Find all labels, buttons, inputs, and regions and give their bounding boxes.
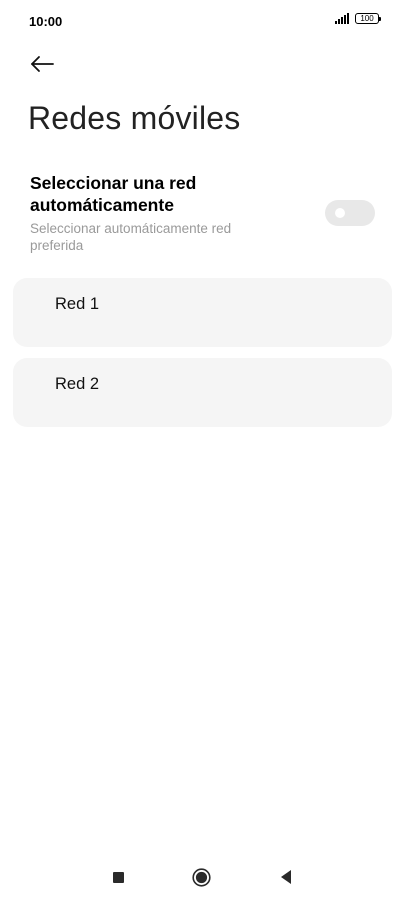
auto-select-toggle[interactable] [325,200,375,226]
arrow-left-icon [31,56,54,72]
setting-title: Seleccionar una red automáticamente [30,173,197,215]
status-icons: 100 [335,13,381,24]
network-card-red-2[interactable]: Red 2 [13,358,392,427]
back-triangle-icon[interactable] [280,869,292,885]
home-circle-icon[interactable] [192,868,211,887]
back-button[interactable] [26,50,58,78]
network-label: Red 2 [55,375,100,393]
network-card-red-1[interactable]: Red 1 [13,278,392,347]
navigation-bar [0,855,405,902]
auto-select-network-setting[interactable]: Seleccionar una red automáticamente Sele… [30,172,380,262]
battery-level: 100 [360,14,374,23]
status-bar: 10:00 100 [0,0,405,40]
setting-subtitle: Seleccionar automáticamente red preferid… [30,221,232,253]
battery-icon: 100 [355,13,381,24]
recents-square-icon[interactable] [113,872,124,883]
screen: 10:00 100 Redes móviles Seleccionar una … [0,0,405,902]
signal-icon [335,13,349,24]
page-title: Redes móviles [28,100,241,136]
status-time: 10:00 [29,14,63,29]
toggle-knob [335,208,345,218]
network-label: Red 1 [55,295,100,313]
